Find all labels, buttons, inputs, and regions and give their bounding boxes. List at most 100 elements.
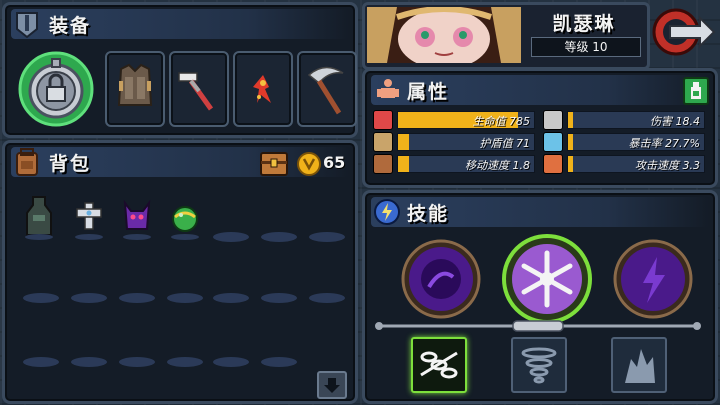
armor-vest-icon xyxy=(117,63,153,106)
dark-void-icon xyxy=(401,239,481,319)
equipment-slot-main[interactable] xyxy=(15,49,97,129)
equipment-slot-3[interactable] xyxy=(169,51,229,127)
hammer-icon xyxy=(178,72,214,111)
backpack-empty-slot[interactable] xyxy=(119,293,155,303)
backpack-title: 背包 xyxy=(49,153,92,175)
skill-button-2[interactable] xyxy=(511,337,567,393)
lightning-icon xyxy=(613,239,693,319)
fist-icon xyxy=(543,154,563,174)
equipment-slot-2[interactable] xyxy=(105,51,165,127)
stat-row: 攻击速度 3.3 xyxy=(543,153,705,174)
skill-orb-1[interactable] xyxy=(399,237,483,321)
skills-panel: 技能 xyxy=(362,190,718,404)
backpack-empty-slot[interactable] xyxy=(261,357,297,367)
backpack-empty-slot[interactable] xyxy=(23,357,59,367)
equipment-slot-4[interactable] xyxy=(233,51,293,127)
attributes-title: 属性 xyxy=(407,81,450,103)
scroll-down-button[interactable] xyxy=(317,371,347,399)
shield-icon xyxy=(373,132,393,152)
silver-cross-icon xyxy=(75,202,103,240)
pocket-watch-lock-icon xyxy=(18,51,94,127)
skill-button-1-selected[interactable] xyxy=(411,337,467,393)
backpack-empty-slot[interactable] xyxy=(119,357,155,367)
backpack-item-4[interactable] xyxy=(165,189,205,241)
stat-bar: 伤害 18.4 xyxy=(567,111,705,129)
body-figure-icon xyxy=(377,79,399,98)
character-banner: 凯瑟琳 等级 10 xyxy=(362,2,650,70)
gold-count: 65 xyxy=(323,153,346,172)
skill-orb-2-selected[interactable] xyxy=(501,233,593,325)
backpack-panel: 背包 65 xyxy=(2,140,358,404)
gold-coin-icon xyxy=(297,152,321,176)
stat-row: 护盾值 71 xyxy=(373,131,535,152)
treasure-chest-icon[interactable] xyxy=(259,149,289,177)
stat-bar-fill xyxy=(568,112,574,128)
backpack-empty-slot[interactable] xyxy=(167,357,203,367)
stat-row: 伤害 18.4 xyxy=(543,109,705,130)
stat-row: 移动速度 1.8 xyxy=(373,153,535,174)
helmet-icon xyxy=(16,12,38,39)
backpack-icon xyxy=(16,148,38,176)
stat-row: 生命值 785 xyxy=(373,109,535,130)
backpack-empty-slot[interactable] xyxy=(213,293,249,303)
skills-title: 技能 xyxy=(407,203,450,225)
character-portrait xyxy=(367,7,521,63)
backpack-empty-slot[interactable] xyxy=(261,293,297,303)
stat-bar-fill xyxy=(568,156,574,172)
stat-bar-fill xyxy=(398,156,409,172)
stat-row: 暴击率 27.7% xyxy=(543,131,705,152)
flame-figure-icon xyxy=(253,75,271,103)
stat-label: 护盾值 71 xyxy=(479,137,531,150)
sword-icon xyxy=(543,110,563,130)
chains-icon xyxy=(420,351,458,379)
eye-icon xyxy=(543,132,563,152)
backpack-empty-slot[interactable] xyxy=(309,293,345,303)
backpack-empty-slot[interactable] xyxy=(167,293,203,303)
stat-label: 移动速度 1.8 xyxy=(465,159,530,172)
attributes-panel: 属性 生命值 785 护盾值 71 移动速度 1.8 伤害 18.4 暴击率 27.7%… xyxy=(362,68,718,188)
stat-bar: 护盾值 71 xyxy=(397,133,535,151)
backpack-empty-slot[interactable] xyxy=(309,232,345,242)
backpack-empty-slot[interactable] xyxy=(213,357,249,367)
backpack-empty-slot[interactable] xyxy=(71,357,107,367)
stat-label: 攻击速度 3.3 xyxy=(635,159,700,172)
scythe-icon xyxy=(307,66,344,115)
character-level: 等级 10 xyxy=(531,37,641,57)
skill-button-3[interactable] xyxy=(611,337,667,393)
stat-label: 生命值 785 xyxy=(472,115,531,128)
purple-demon-icon xyxy=(123,199,151,240)
swap-arrow-icon xyxy=(652,8,716,56)
backpack-item-1[interactable] xyxy=(19,189,59,241)
green-orb-icon xyxy=(171,206,199,240)
skill-orb-3[interactable] xyxy=(611,237,695,321)
equipment-title: 装备 xyxy=(49,15,92,37)
backpack-item-2[interactable] xyxy=(69,189,109,241)
switch-character-button[interactable] xyxy=(650,4,716,60)
backpack-empty-slot[interactable] xyxy=(23,293,59,303)
boot-icon xyxy=(373,154,393,174)
hooded-cloak-icon xyxy=(25,196,53,240)
stat-bar: 攻击速度 3.3 xyxy=(567,155,705,173)
skills-divider xyxy=(375,320,701,332)
heart-icon xyxy=(373,110,393,130)
snowflake-icon xyxy=(502,234,592,324)
skill-lightning-badge-icon xyxy=(374,199,400,225)
stat-bar-fill xyxy=(568,134,574,150)
stat-bar: 生命值 785 xyxy=(397,111,535,129)
equipment-panel: 装备 xyxy=(2,2,358,138)
shard-figure-icon xyxy=(625,349,655,383)
backpack-item-3[interactable] xyxy=(117,189,157,241)
backpack-empty-slot[interactable] xyxy=(71,293,107,303)
tornado-icon xyxy=(521,347,557,384)
equipment-slot-5[interactable] xyxy=(297,51,357,127)
stat-label: 暴击率 27.7% xyxy=(628,137,700,150)
character-name: 凯瑟琳 xyxy=(552,13,616,35)
backpack-empty-slot[interactable] xyxy=(213,232,249,242)
stat-bar-fill xyxy=(398,134,409,150)
arrow-down-icon xyxy=(324,378,340,393)
attributes-potion-button[interactable] xyxy=(683,77,709,105)
stat-label: 伤害 18.4 xyxy=(650,115,700,128)
potion-icon xyxy=(691,82,701,99)
backpack-empty-slot[interactable] xyxy=(261,232,297,242)
stat-bar: 暴击率 27.7% xyxy=(567,133,705,151)
